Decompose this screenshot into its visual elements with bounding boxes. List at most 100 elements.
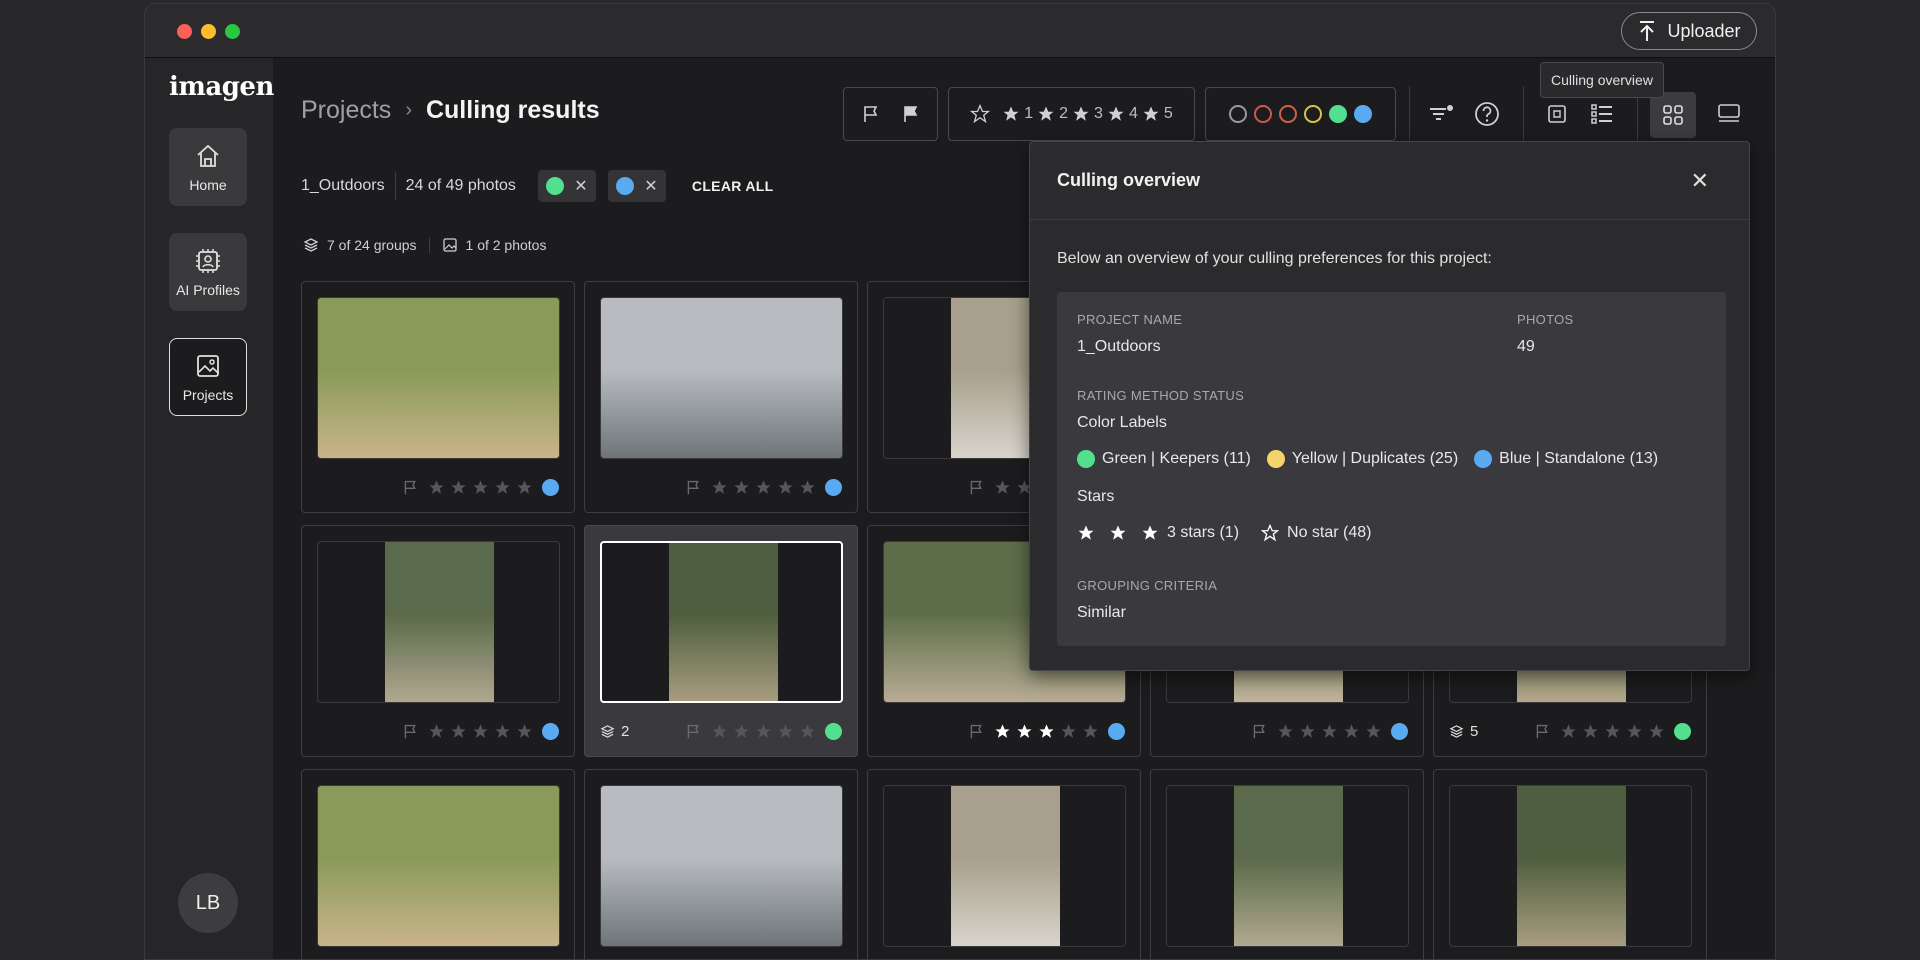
star-icon[interactable] <box>1321 723 1338 740</box>
star-icon[interactable] <box>711 479 728 496</box>
star-icon[interactable] <box>472 479 489 496</box>
photo-thumbnail[interactable] <box>317 541 560 703</box>
blue-label-dot[interactable] <box>1108 722 1125 740</box>
flag-outline-icon[interactable] <box>1534 723 1551 740</box>
culling-overview-button[interactable] <box>1540 97 1574 131</box>
close-window-button[interactable] <box>177 24 192 39</box>
help-button[interactable] <box>1470 97 1504 131</box>
maximize-window-button[interactable] <box>225 24 240 39</box>
flag-outline-icon[interactable] <box>685 723 702 740</box>
photo-thumbnail[interactable] <box>1449 785 1692 947</box>
clear-all-button[interactable]: CLEAR ALL <box>692 178 774 194</box>
star-icon[interactable] <box>1107 105 1125 123</box>
blue-label-dot[interactable] <box>1391 722 1408 740</box>
loupe-view-button[interactable] <box>1712 97 1746 131</box>
sidebar-item-ai-profiles[interactable]: AI Profiles <box>169 233 247 311</box>
grid-view-button[interactable] <box>1650 92 1696 138</box>
filter-chip-green[interactable]: ✕ <box>537 170 596 202</box>
photo-card[interactable] <box>867 769 1141 959</box>
star-icon[interactable] <box>1142 105 1160 123</box>
star-icon[interactable] <box>1626 723 1643 740</box>
avatar[interactable]: LB <box>178 873 238 933</box>
photo-card[interactable] <box>584 769 858 959</box>
group-count[interactable]: 2 <box>600 723 629 740</box>
photo-card[interactable] <box>1433 769 1707 959</box>
blue-label-dot[interactable] <box>825 478 842 496</box>
star-icon[interactable] <box>1582 723 1599 740</box>
star-icon[interactable] <box>1038 723 1055 740</box>
star-icon[interactable] <box>1082 723 1099 740</box>
flag-filled-icon[interactable] <box>901 104 921 124</box>
close-icon[interactable]: ✕ <box>1691 168 1709 194</box>
star-icon[interactable] <box>494 723 511 740</box>
star-icon[interactable] <box>799 723 816 740</box>
star-icon[interactable] <box>1277 723 1294 740</box>
photo-card[interactable] <box>301 525 575 757</box>
star-icon[interactable] <box>1002 105 1020 123</box>
group-count[interactable]: 5 <box>1449 723 1478 740</box>
flag-outline-icon[interactable] <box>685 479 702 496</box>
star-icon[interactable] <box>450 723 467 740</box>
blue-label-dot[interactable] <box>542 722 559 740</box>
sidebar-item-home[interactable]: Home <box>169 128 247 206</box>
flag-outline-icon[interactable] <box>402 723 419 740</box>
flag-outline-icon[interactable] <box>402 479 419 496</box>
star-icon[interactable] <box>1365 723 1382 740</box>
star-icon[interactable] <box>994 479 1011 496</box>
star-icon[interactable] <box>450 479 467 496</box>
star-icon[interactable] <box>472 723 489 740</box>
color-filter-none[interactable] <box>1229 105 1247 123</box>
breadcrumb-projects[interactable]: Projects <box>301 96 391 125</box>
photo-card[interactable] <box>584 281 858 513</box>
photo-card[interactable] <box>1150 769 1424 959</box>
color-filter-yellow[interactable] <box>1304 105 1322 123</box>
star-icon[interactable] <box>494 479 511 496</box>
flag-outline-icon[interactable] <box>968 723 985 740</box>
star-icon[interactable] <box>1060 723 1077 740</box>
sort-filter-button[interactable] <box>1424 97 1458 131</box>
filter-chip-blue[interactable]: ✕ <box>607 170 666 202</box>
star-icon[interactable] <box>428 723 445 740</box>
star-icon[interactable] <box>516 479 533 496</box>
sidebar-item-projects[interactable]: Projects <box>169 338 247 416</box>
color-filter-blue[interactable] <box>1354 105 1372 123</box>
blue-label-dot[interactable] <box>542 478 559 496</box>
photo-thumbnail[interactable] <box>600 541 843 703</box>
photo-thumbnail[interactable] <box>600 785 843 947</box>
uploader-button[interactable]: Uploader <box>1621 12 1757 50</box>
photo-thumbnail[interactable] <box>883 785 1126 947</box>
color-filter-red[interactable] <box>1254 105 1272 123</box>
star-icon[interactable] <box>1016 723 1033 740</box>
photo-thumbnail[interactable] <box>1166 785 1409 947</box>
flag-outline-icon[interactable] <box>1251 723 1268 740</box>
star-icon[interactable] <box>516 723 533 740</box>
green-label-dot[interactable] <box>825 722 842 740</box>
photo-card[interactable]: 2 <box>584 525 858 757</box>
star-icon[interactable] <box>799 479 816 496</box>
star-icon[interactable] <box>755 479 772 496</box>
star-icon[interactable] <box>428 479 445 496</box>
color-filter-orange[interactable] <box>1279 105 1297 123</box>
flag-outline-icon[interactable] <box>861 104 881 124</box>
close-icon[interactable]: ✕ <box>644 176 657 196</box>
star-icon[interactable] <box>1648 723 1665 740</box>
star-icon[interactable] <box>711 723 728 740</box>
photo-card[interactable] <box>301 281 575 513</box>
star-icon[interactable] <box>1299 723 1316 740</box>
star-icon[interactable] <box>1560 723 1577 740</box>
star-icon[interactable] <box>994 723 1011 740</box>
star-icon[interactable] <box>1604 723 1621 740</box>
star-icon[interactable] <box>1037 105 1055 123</box>
photo-thumbnail[interactable] <box>317 297 560 459</box>
minimize-window-button[interactable] <box>201 24 216 39</box>
star-icon[interactable] <box>1072 105 1090 123</box>
star-icon[interactable] <box>777 723 794 740</box>
photo-thumbnail[interactable] <box>600 297 843 459</box>
star-outline-icon[interactable] <box>970 104 991 124</box>
star-icon[interactable] <box>777 479 794 496</box>
star-icon[interactable] <box>1343 723 1360 740</box>
green-label-dot[interactable] <box>1674 722 1691 740</box>
star-icon[interactable] <box>733 723 750 740</box>
close-icon[interactable]: ✕ <box>574 176 587 196</box>
photo-card[interactable] <box>301 769 575 959</box>
